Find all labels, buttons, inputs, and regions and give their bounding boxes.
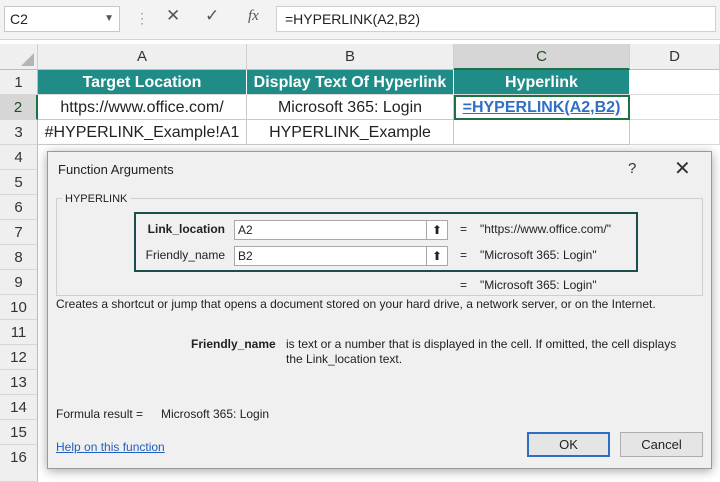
cell-b1[interactable]: Display Text Of Hyperlink [247,70,454,95]
collapse-dialog-link-location-icon[interactable]: ⬆ [426,220,448,240]
column-header-c[interactable]: C [454,44,630,70]
select-all-triangle-icon [21,53,34,66]
dialog-title: Function Arguments [58,162,174,177]
row-header-5[interactable]: 5 [0,170,38,195]
column-header-d[interactable]: D [630,44,720,70]
row-header-1[interactable]: 1 [0,70,38,95]
select-all-corner[interactable] [0,44,38,70]
link-location-input[interactable]: A2 [234,220,434,240]
cell-a3[interactable]: #HYPERLINK_Example!A1 [38,120,247,145]
row-header-12[interactable]: 12 [0,345,38,370]
row-header-10[interactable]: 10 [0,295,38,320]
formula-input[interactable]: =HYPERLINK(A2,B2) [276,6,716,32]
ok-button[interactable]: OK [527,432,610,457]
function-name: HYPERLINK [62,193,131,205]
column-header-a[interactable]: A [38,44,247,70]
arg-equals-2: = [460,248,468,262]
cell-c1[interactable]: Hyperlink [454,70,630,95]
cancel-formula-icon[interactable]: ✕ [166,6,180,26]
cell-c3[interactable] [454,120,630,145]
arg-equals-1: = [460,222,468,236]
cell-c2-selected[interactable]: =HYPERLINK(A2,B2) [454,95,630,120]
help-icon[interactable]: ? [628,160,636,177]
help-on-function-link[interactable]: Help on this function [56,440,165,454]
arg-value-link-location: "https://www.office.com/" [480,222,612,236]
row-header-14[interactable]: 14 [0,395,38,420]
row-header-9[interactable]: 9 [0,270,38,295]
row-header-6[interactable]: 6 [0,195,38,220]
cancel-button[interactable]: Cancel [620,432,703,457]
collapse-dialog-friendly-name-icon[interactable]: ⬆ [426,246,448,266]
cell-d2[interactable] [630,95,720,120]
function-arguments-dialog: Function Arguments ? ✕ HYPERLINK Link_lo… [47,151,712,469]
arg-label-friendly-name: Friendly_name [145,248,225,262]
cell-b3[interactable]: HYPERLINK_Example [247,120,454,145]
cell-b2[interactable]: Microsoft 365: Login [247,95,454,120]
argument-description-name: Friendly_name [191,337,276,351]
arg-value-friendly-name: "Microsoft 365: Login" [480,248,597,262]
enter-formula-icon[interactable]: ✓ [205,6,219,26]
row-header-16[interactable]: 16 [0,445,38,482]
cell-d1[interactable] [630,70,720,95]
formula-result-label: Formula result = [56,407,144,421]
arg-label-link-location: Link_location [147,222,225,236]
name-box-value: C2 [10,11,28,27]
chevron-down-icon[interactable]: ▼ [104,7,114,31]
insert-function-icon[interactable]: fx [248,8,259,25]
row-header-4[interactable]: 4 [0,145,38,170]
cell-c2-formula: =HYPERLINK(A2,B2) [462,99,621,116]
name-box[interactable]: C2 ▼ [4,6,120,32]
function-result-value: "Microsoft 365: Login" [480,278,597,292]
cell-a2[interactable]: https://www.office.com/ [38,95,247,120]
formula-bar: C2 ▼ ⋮ ✕ ✓ fx =HYPERLINK(A2,B2) [0,0,720,40]
row-header-15[interactable]: 15 [0,420,38,445]
formula-bar-separator: ⋮ [135,10,150,26]
row-header-8[interactable]: 8 [0,245,38,270]
row-header-2[interactable]: 2 [0,95,38,120]
row-header-13[interactable]: 13 [0,370,38,395]
friendly-name-input[interactable]: B2 [234,246,434,266]
function-description: Creates a shortcut or jump that opens a … [56,297,656,311]
cell-d3[interactable] [630,120,720,145]
result-equals: = [460,278,468,292]
row-header-11[interactable]: 11 [0,320,38,345]
row-header-7[interactable]: 7 [0,220,38,245]
column-header-b[interactable]: B [247,44,454,70]
close-icon[interactable]: ✕ [674,156,691,181]
cell-a1[interactable]: Target Location [38,70,247,95]
formula-result-value: Microsoft 365: Login [161,407,270,421]
argument-description-text: is text or a number that is displayed in… [286,337,677,366]
row-header-3[interactable]: 3 [0,120,38,145]
